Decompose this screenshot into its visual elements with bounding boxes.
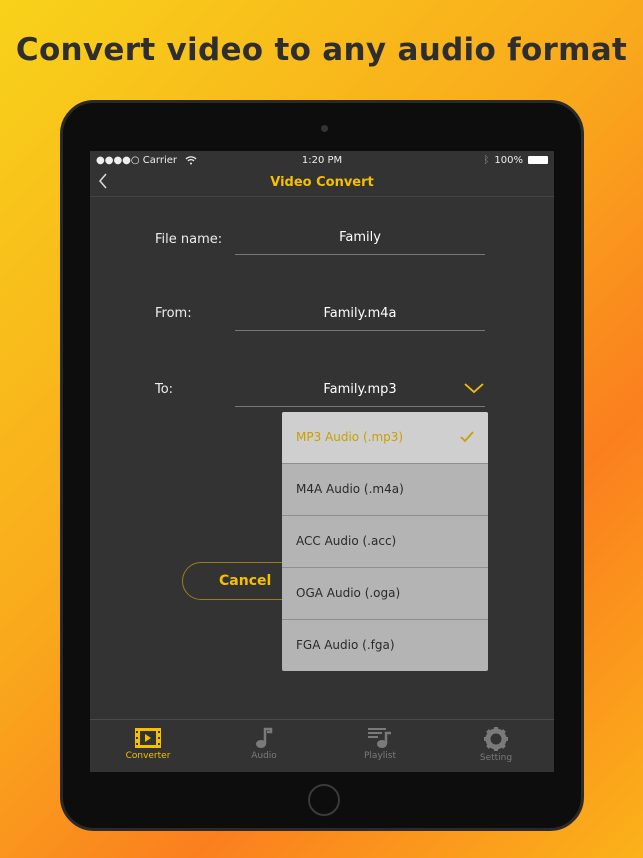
chevron-down-icon[interactable] xyxy=(463,381,485,395)
tab-bar: Converter Audio Playlist Setting xyxy=(90,719,554,772)
music-note-icon xyxy=(256,727,273,748)
headline: Convert video to any audio format xyxy=(15,32,628,68)
clock: 1:20 PM xyxy=(301,154,343,166)
tab-playlist[interactable]: Playlist xyxy=(322,720,438,772)
from-value: Family.m4a xyxy=(323,306,397,321)
nav-bar: Video Convert xyxy=(90,169,554,197)
tab-label: Audio xyxy=(251,751,277,761)
to-select[interactable]: Family.mp3 xyxy=(235,379,485,407)
tab-label: Playlist xyxy=(364,751,396,761)
option-label: MP3 Audio (.mp3) xyxy=(296,430,404,444)
app-screen: ●●●●○ Carrier 1:20 PM ᛒ 100% Video Conve… xyxy=(90,151,554,772)
chevron-left-icon[interactable] xyxy=(98,173,108,194)
from-input[interactable]: Family.m4a xyxy=(235,303,485,331)
option-label: ACC Audio (.acc) xyxy=(296,534,397,548)
format-option-m4a[interactable]: M4A Audio (.m4a) xyxy=(282,464,488,516)
from-label: From: xyxy=(155,306,192,321)
tab-setting[interactable]: Setting xyxy=(438,720,554,772)
film-icon xyxy=(135,728,161,748)
format-option-acc[interactable]: ACC Audio (.acc) xyxy=(282,516,488,568)
page-title: Video Convert xyxy=(270,175,374,190)
file-name-label: File name: xyxy=(155,232,223,247)
file-name-input[interactable]: Family xyxy=(235,227,485,255)
format-dropdown: MP3 Audio (.mp3) M4A Audio (.m4a) ACC Au… xyxy=(282,412,488,671)
option-label: FGA Audio (.fga) xyxy=(296,638,395,652)
tab-audio[interactable]: Audio xyxy=(206,720,322,772)
tab-converter[interactable]: Converter xyxy=(90,720,206,772)
to-label: To: xyxy=(155,382,174,397)
format-option-fga[interactable]: FGA Audio (.fga) xyxy=(282,620,488,671)
home-button[interactable] xyxy=(308,784,340,816)
file-name-value: Family xyxy=(339,230,381,245)
tab-label: Setting xyxy=(479,753,513,763)
format-option-oga[interactable]: OGA Audio (.oga) xyxy=(282,568,488,620)
option-label: M4A Audio (.m4a) xyxy=(296,482,404,496)
gear-icon xyxy=(484,727,508,751)
format-option-mp3[interactable]: MP3 Audio (.mp3) xyxy=(282,412,488,464)
tab-label: Converter xyxy=(125,751,171,761)
camera-dot xyxy=(321,125,328,132)
option-label: OGA Audio (.oga) xyxy=(296,586,401,600)
checkmark-icon xyxy=(460,431,474,443)
playlist-icon xyxy=(368,728,391,748)
status-bar: ●●●●○ Carrier 1:20 PM ᛒ 100% xyxy=(90,151,554,169)
to-value: Family.mp3 xyxy=(323,382,397,397)
